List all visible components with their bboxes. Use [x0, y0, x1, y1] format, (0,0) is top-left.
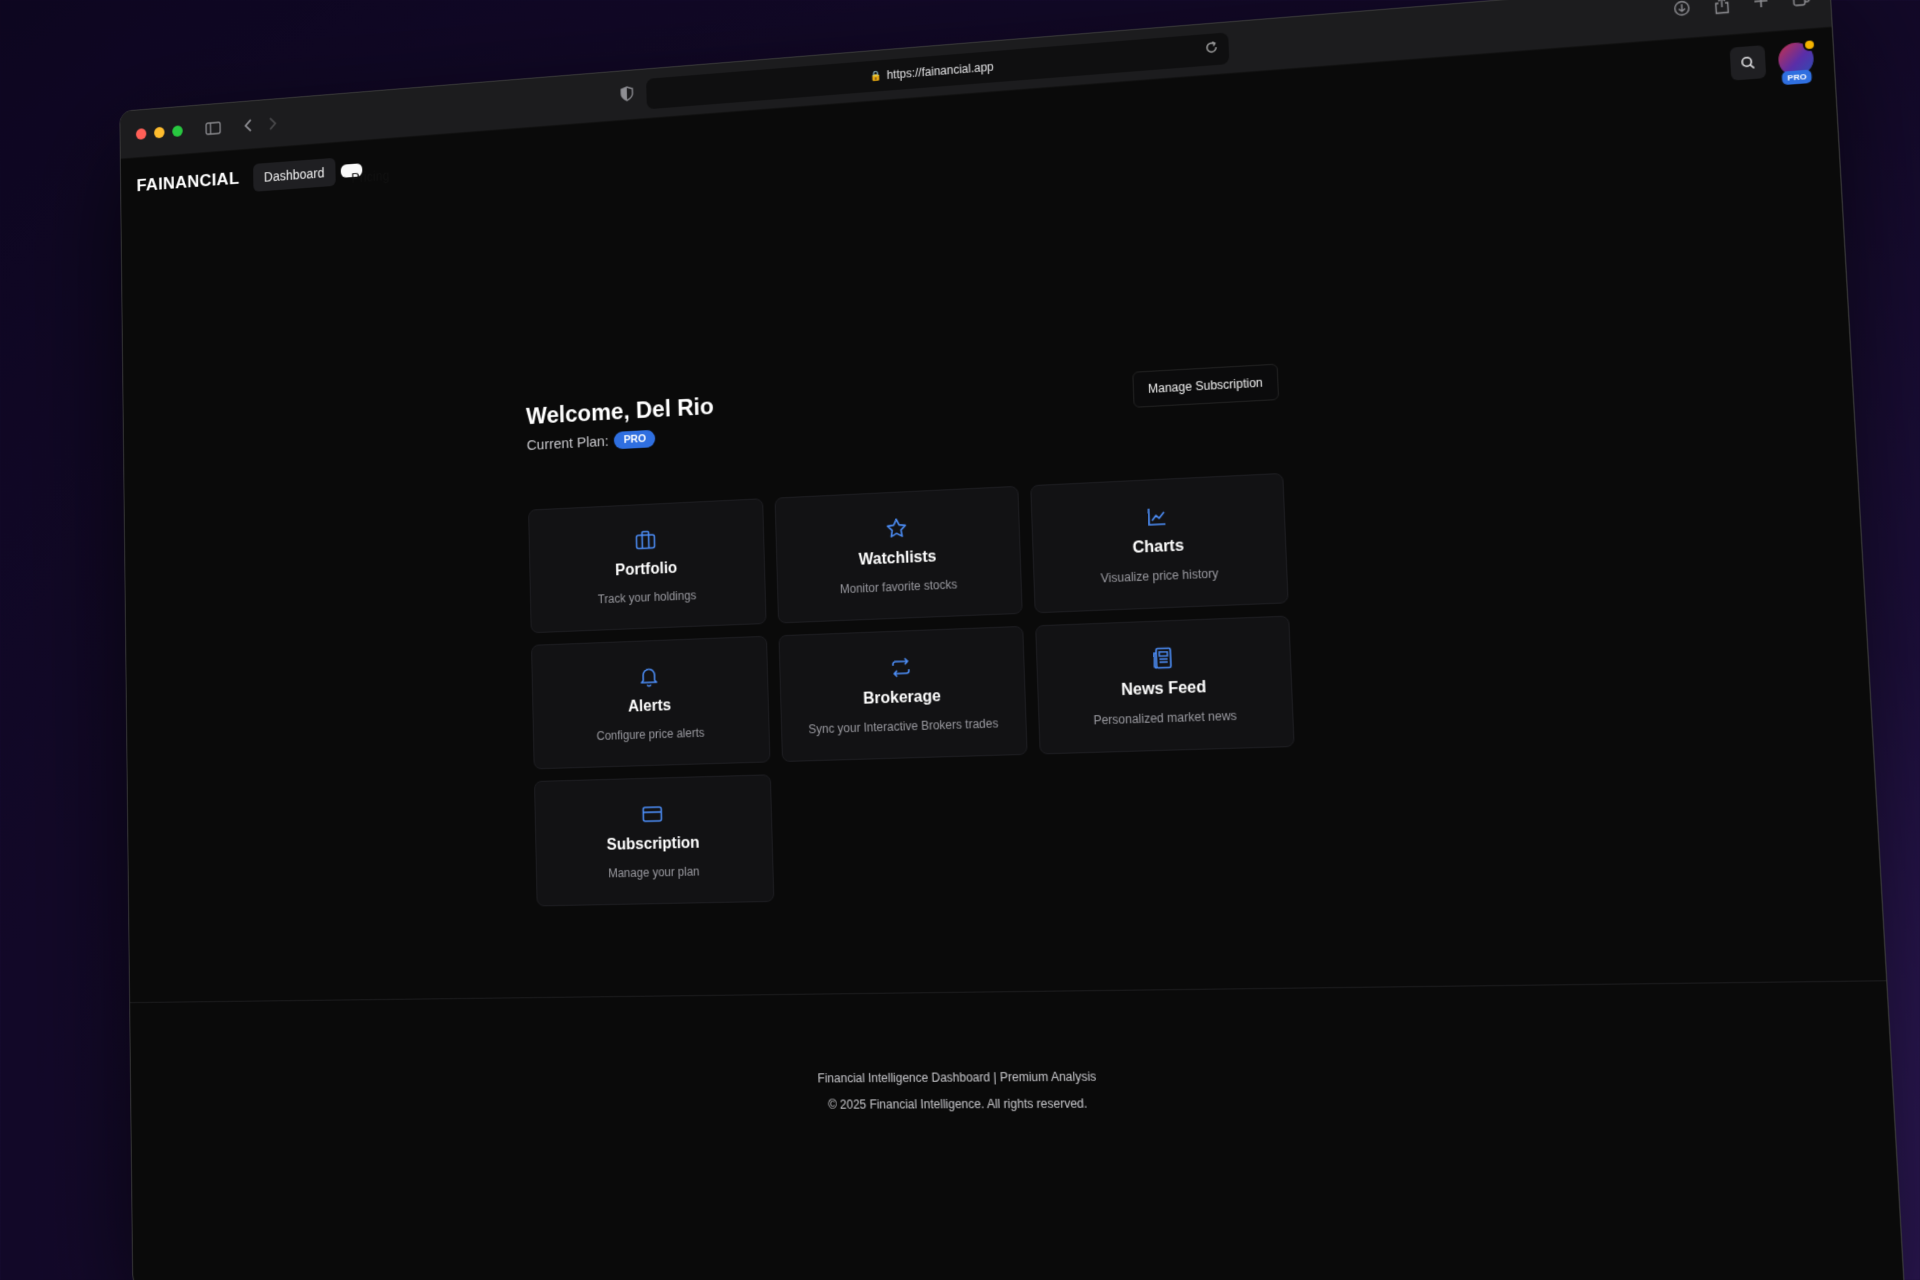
newspaper-icon: [1152, 646, 1173, 671]
card-description: Visualize price history: [1100, 566, 1219, 586]
maximize-window-button[interactable]: [172, 124, 183, 137]
new-tab-icon[interactable]: [1753, 0, 1770, 17]
avatar[interactable]: PRO: [1777, 38, 1817, 86]
card-description: Manage your plan: [608, 864, 700, 881]
bell-icon: [639, 664, 658, 688]
card-description: Configure price alerts: [596, 725, 705, 743]
search-icon: [1740, 55, 1756, 71]
star-icon: [885, 516, 907, 541]
nav-pricing[interactable]: Pricing: [340, 163, 390, 186]
footer: Financial Intelligence Dashboard | Premi…: [130, 980, 1894, 1121]
card-portfolio[interactable]: Portfolio Track your holdings: [528, 498, 767, 634]
window-controls: [135, 124, 183, 140]
card-title: Brokerage: [862, 688, 942, 708]
card-brokerage[interactable]: Brokerage Sync your Interactive Brokers …: [778, 625, 1028, 763]
card-description: Sync your Interactive Brokers trades: [808, 716, 999, 737]
top-right-actions: PRO: [1729, 38, 1817, 86]
welcome-heading: Welcome, Del Rio: [525, 393, 715, 430]
card-title: Charts: [1132, 537, 1185, 557]
app-content: FAINANCIAL Dashboard Pricing PRO Welcome…: [121, 28, 1905, 1280]
url-text: https://fainancial.app: [886, 59, 994, 82]
card-description: Track your holdings: [597, 588, 697, 607]
download-icon[interactable]: [1673, 0, 1691, 23]
sync-arrows-icon: [890, 655, 912, 680]
card-description: Monitor favorite stocks: [839, 577, 958, 597]
card-description: Personalized market news: [1093, 708, 1238, 728]
app-logo[interactable]: FAINANCIAL: [136, 169, 239, 197]
card-title: Subscription: [606, 834, 700, 854]
forward-icon[interactable]: [268, 116, 277, 130]
plan-row: Current Plan: PRO: [526, 427, 714, 454]
share-icon[interactable]: [1714, 0, 1730, 20]
card-subscription[interactable]: Subscription Manage your plan: [533, 774, 775, 907]
card-title: Portfolio: [615, 559, 678, 580]
card-watchlists[interactable]: Watchlists Monitor favorite stocks: [774, 485, 1023, 624]
line-chart-icon: [1146, 504, 1167, 529]
plan-badge: PRO: [614, 429, 656, 450]
tab-overview-icon[interactable]: [1792, 0, 1811, 14]
card-alerts[interactable]: Alerts Configure price alerts: [531, 635, 771, 770]
feature-grid: Portfolio Track your holdings Watchlists…: [528, 472, 1301, 907]
lock-icon: 🔒: [869, 70, 883, 82]
privacy-shield-icon[interactable]: [620, 86, 633, 107]
close-window-button[interactable]: [135, 127, 147, 140]
card-title: News Feed: [1120, 678, 1207, 700]
welcome-section: Welcome, Del Rio Current Plan: PRO: [526, 394, 715, 454]
plan-label: Current Plan:: [526, 432, 609, 454]
card-charts[interactable]: Charts Visualize price history: [1030, 472, 1289, 614]
card-news-feed[interactable]: News Feed Personalized market news: [1035, 615, 1295, 755]
browser-window: 🔒 https://fainancial.app FAINANCIAL Dash…: [119, 0, 1906, 1280]
minimize-window-button[interactable]: [154, 126, 165, 139]
manage-subscription-button[interactable]: Manage Subscription: [1132, 363, 1279, 408]
nav-dashboard[interactable]: Dashboard: [253, 157, 336, 192]
avatar-pro-badge: PRO: [1781, 69, 1813, 86]
search-button[interactable]: [1729, 45, 1767, 81]
sidebar-toggle-icon[interactable]: [205, 121, 221, 135]
briefcase-icon: [635, 528, 656, 552]
back-icon[interactable]: [244, 118, 253, 132]
card-title: Watchlists: [858, 548, 937, 569]
browser-actions: [1673, 0, 1811, 23]
credit-card-icon: [642, 802, 663, 826]
card-title: Alerts: [627, 697, 672, 716]
reload-icon[interactable]: [1204, 40, 1219, 58]
